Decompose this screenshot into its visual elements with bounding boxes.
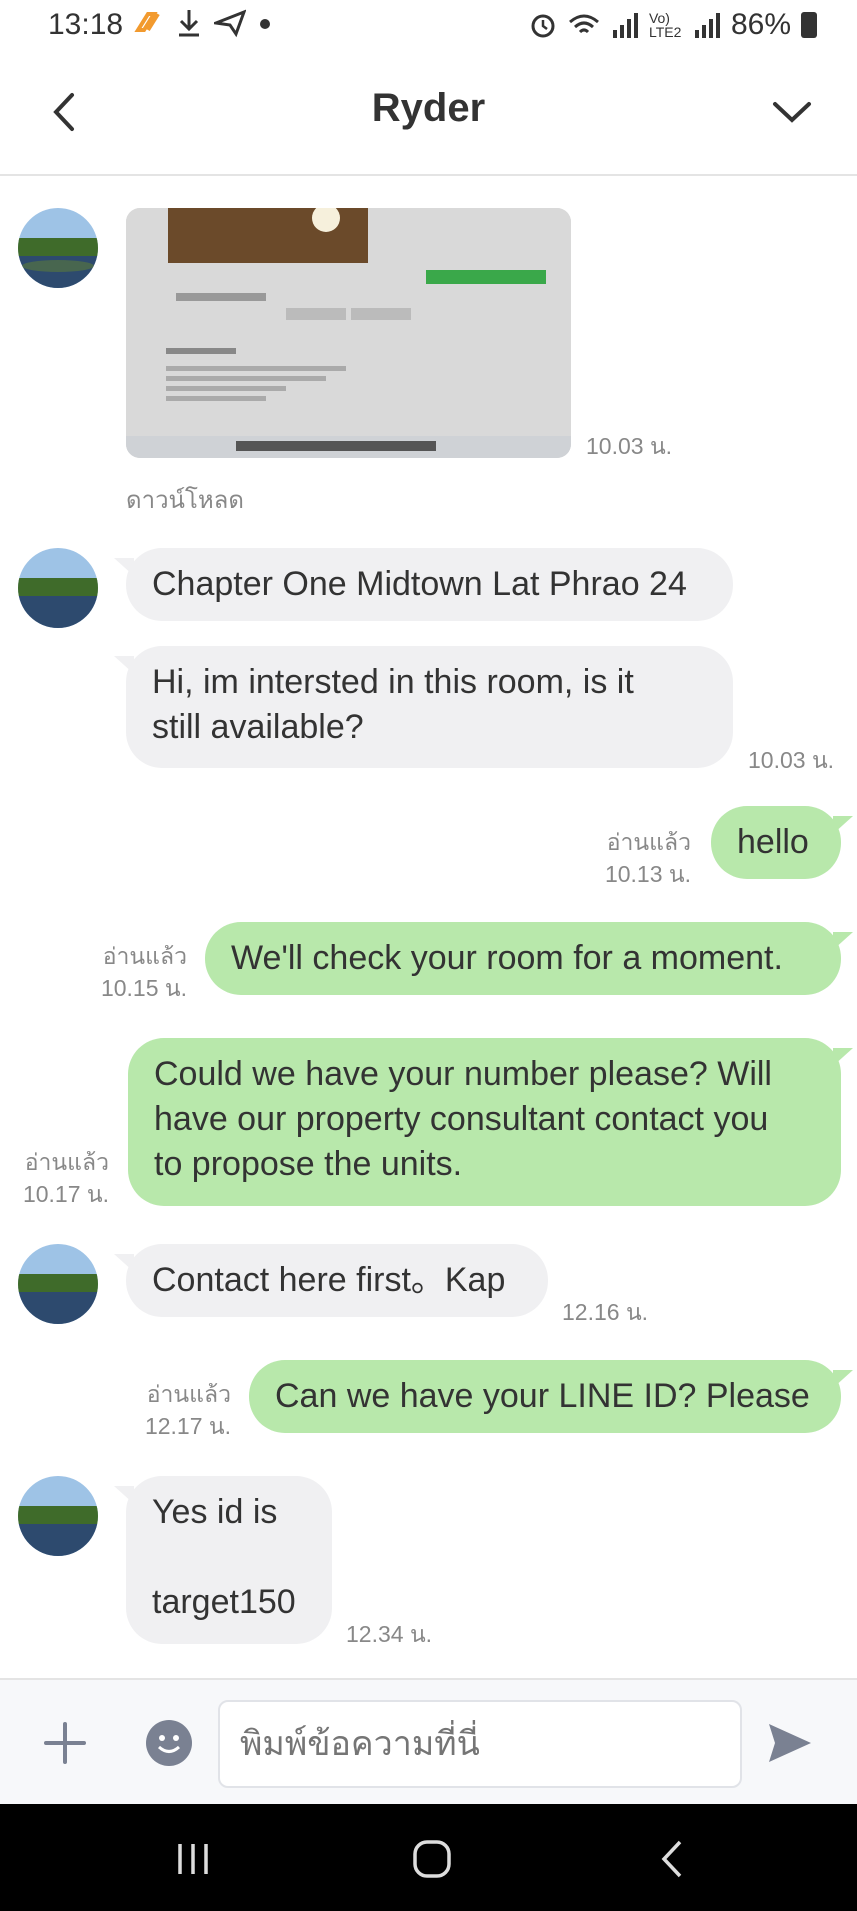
nav-back-icon[interactable] (648, 1834, 698, 1884)
home-icon[interactable] (407, 1834, 457, 1884)
notification-icons (134, 8, 272, 38)
download-link[interactable]: ดาวน์โหลด (126, 480, 244, 519)
avatar[interactable] (18, 548, 98, 628)
message-time: 12.17 น. (144, 1413, 231, 1439)
message-text-line: target150 (152, 1583, 296, 1621)
read-status: อ่านแล้ว (146, 1381, 231, 1407)
battery-icon (801, 12, 817, 38)
system-nav-bar (0, 1804, 857, 1911)
message-text: Chapter One Midtown Lat Phrao 24 (152, 565, 687, 603)
download-icon (179, 10, 199, 37)
outgoing-message[interactable]: We'll check your room for a moment. (205, 922, 853, 995)
alarm-icon (531, 14, 555, 38)
message-input-bar (0, 1678, 857, 1804)
outgoing-message[interactable]: hello (711, 806, 853, 879)
incoming-message[interactable]: Yes id is target150 (114, 1476, 332, 1644)
chat-header: Ryder (0, 52, 857, 176)
incoming-message[interactable]: Hi, im intersted in this room, is it sti… (114, 646, 733, 768)
shared-photo[interactable] (126, 208, 571, 458)
message-text-line: Yes id is (152, 1493, 278, 1531)
message-text-line: Hi, im intersted in this room, is it (152, 663, 634, 701)
read-status: อ่านแล้ว (24, 1149, 109, 1175)
recent-apps-icon[interactable] (168, 1834, 218, 1884)
message-text: Can we have your LINE ID? Please (275, 1377, 810, 1415)
system-icons: Vo) LTE2 86% (529, 8, 817, 42)
message-time: 10.03 น. (586, 433, 673, 459)
message-time: 12.16 น. (562, 1299, 649, 1325)
send-status-icon (214, 9, 246, 38)
message-text: We'll check your room for a moment. (231, 939, 783, 977)
chevron-down-icon[interactable] (767, 87, 817, 137)
emoji-icon[interactable] (146, 1720, 192, 1766)
status-time: 13:18 (48, 8, 124, 41)
chat-messages[interactable]: 10.03 น. ดาวน์โหลด Chapter One Midtown L… (0, 178, 857, 1678)
app-notification-icon (134, 12, 160, 32)
message-text-line: to propose the units. (154, 1145, 463, 1183)
signal-icon (612, 13, 638, 38)
battery-level: 86% (730, 8, 791, 41)
network-label: Vo) LTE2 (648, 10, 682, 40)
read-status: อ่านแล้ว (102, 943, 187, 969)
outgoing-message[interactable]: Can we have your LINE ID? Please (249, 1360, 853, 1433)
dot-icon (260, 19, 270, 29)
message-text-line: Could we have your number please? Will (154, 1055, 772, 1093)
avatar[interactable] (18, 1244, 98, 1324)
message-time: 12.34 น. (346, 1621, 433, 1647)
message-text: Contact here first。Kap (152, 1261, 506, 1299)
outgoing-message[interactable]: Could we have your number please? Will h… (128, 1038, 853, 1206)
message-text-line: have our property consultant contact you (154, 1100, 769, 1138)
send-icon[interactable] (765, 1718, 815, 1768)
status-bar: 13:18 Vo) LTE2 86% (0, 0, 857, 52)
message-text-line: still available? (152, 708, 364, 746)
incoming-message[interactable]: Contact here first。Kap (114, 1244, 548, 1317)
message-time: 10.15 น. (100, 975, 187, 1001)
avatar[interactable] (18, 208, 98, 288)
chat-title: Ryder (371, 86, 486, 130)
wifi-icon (568, 14, 599, 34)
message-time: 10.13 น. (604, 861, 691, 887)
message-time: 10.17 น. (22, 1181, 109, 1207)
avatar[interactable] (18, 1476, 98, 1556)
signal-icon-2 (694, 13, 720, 38)
plus-icon[interactable] (42, 1720, 88, 1766)
message-text: hello (737, 823, 809, 861)
incoming-message[interactable]: Chapter One Midtown Lat Phrao 24 (114, 548, 733, 621)
message-time: 10.03 น. (748, 747, 835, 773)
read-status: อ่านแล้ว (606, 829, 691, 855)
message-input[interactable] (218, 1700, 742, 1788)
